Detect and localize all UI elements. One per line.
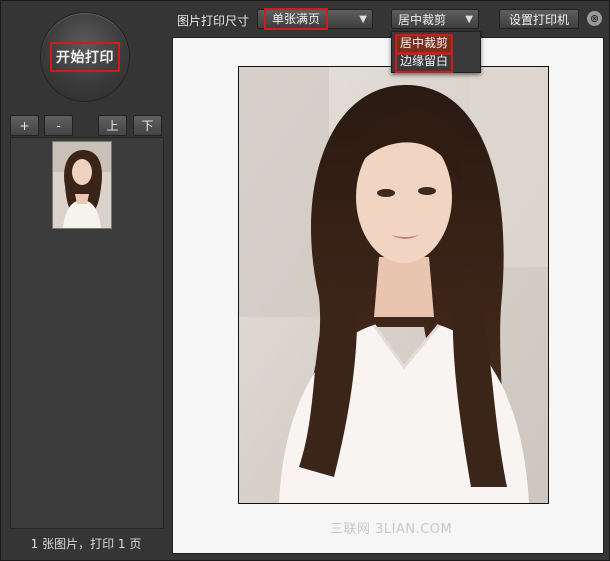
start-print-label: 开始打印 [50, 42, 120, 72]
image-thumbnail[interactable] [52, 141, 112, 229]
move-up-button[interactable]: 上 [98, 115, 127, 136]
print-size-value: 单张满页 [264, 8, 329, 30]
chevron-down-icon: ▼ [359, 13, 367, 25]
thumbnail-list [10, 137, 164, 529]
preview-photo [238, 66, 549, 504]
watermark-text: 三联网 3LIAN.COM [330, 522, 453, 537]
chevron-down-icon: ▼ [465, 13, 473, 25]
remove-image-button[interactable]: - [44, 115, 73, 136]
print-size-select[interactable]: 单张满页 ▼ [257, 8, 373, 30]
crop-mode-select[interactable]: 居中裁剪 ▼ [391, 9, 479, 29]
print-dialog: 开始打印 + - 上 下 1 张图片，打印 1 页 图片打印尺寸 单张满页 ▼ … [0, 0, 610, 561]
print-status-text: 1 张图片，打印 1 页 [30, 537, 142, 551]
dropdown-option-margin-blank[interactable]: 边缘留白 [395, 52, 454, 73]
crop-mode-dropdown: 居中裁剪 边缘留白 [391, 31, 481, 73]
portrait-thumbnail-image [53, 142, 111, 228]
start-print-button[interactable]: 开始打印 [41, 13, 129, 101]
print-preview-area: 三联网 3LIAN.COM [172, 37, 604, 554]
crop-mode-value: 居中裁剪 [398, 12, 447, 27]
add-image-button[interactable]: + [10, 115, 39, 136]
print-size-label: 图片打印尺寸 [177, 14, 250, 28]
setup-printer-button[interactable]: 设置打印机 [499, 9, 579, 29]
move-down-button[interactable]: 下 [133, 115, 162, 136]
portrait-preview-image [239, 67, 548, 503]
close-icon[interactable]: ⊗ [587, 11, 602, 26]
